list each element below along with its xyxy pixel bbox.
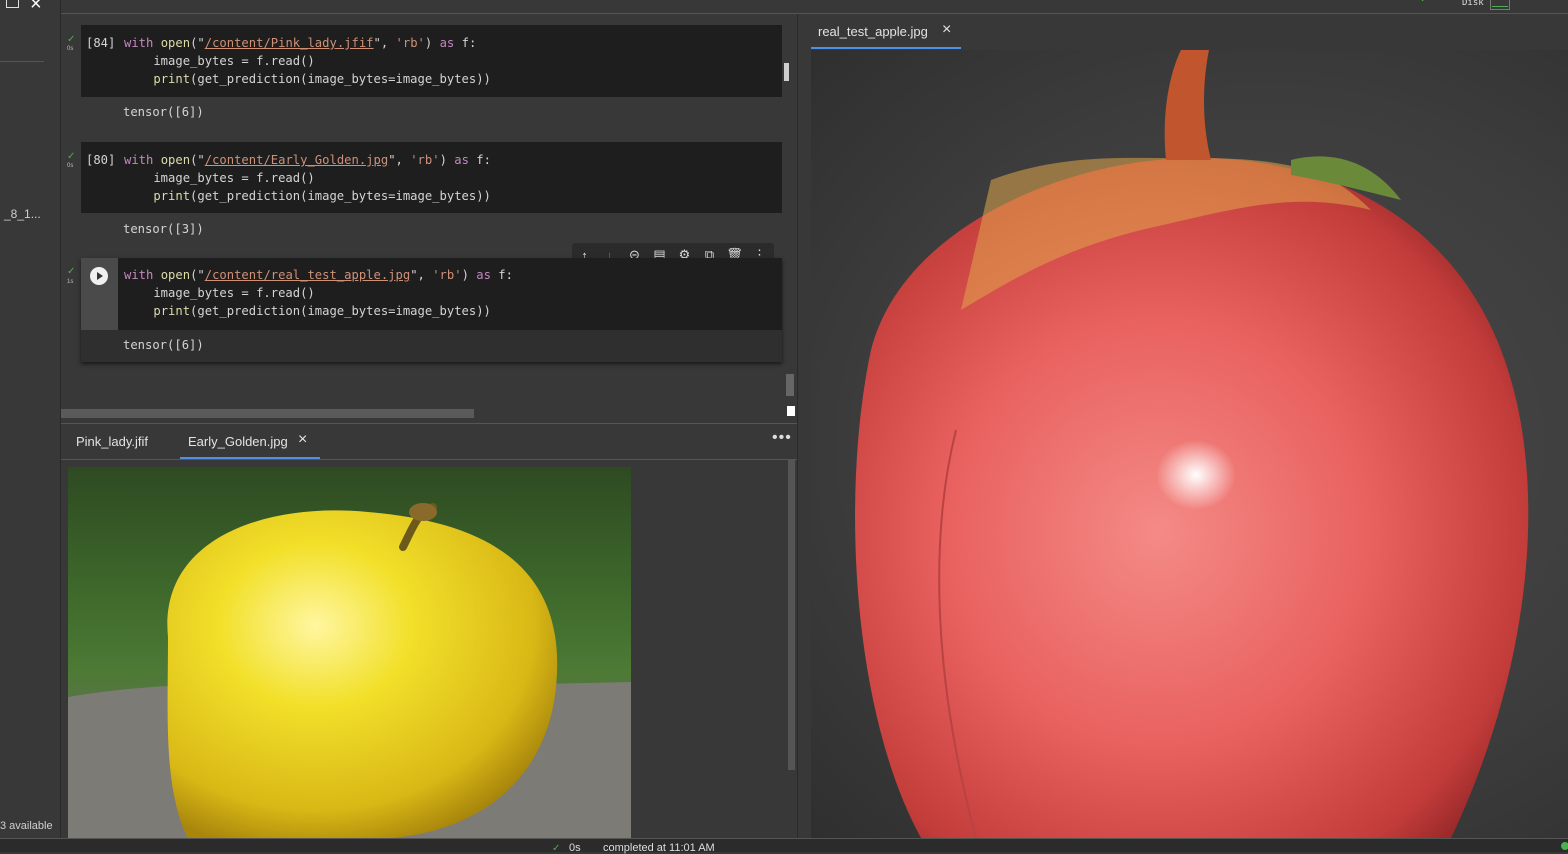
early-golden-image <box>68 467 631 839</box>
tab-pink-lady[interactable]: Pink_lady.jfif <box>76 434 148 449</box>
scrollbar-corner <box>787 406 795 416</box>
red-apple-illustration <box>855 50 1529 838</box>
viewer-vertical-scrollbar[interactable] <box>788 460 795 770</box>
exec-time: 0s <box>67 46 74 52</box>
code-line: print(get_prediction(image_bytes=image_b… <box>153 189 491 203</box>
status-check-icon: ✓ <box>552 843 561 854</box>
run-success-icon: ✓ <box>67 151 76 162</box>
code-line: image_bytes = f.read() <box>124 171 315 185</box>
status-bar <box>0 838 1568 852</box>
exec-count: [80] <box>86 153 116 167</box>
connected-check-icon: ✓ <box>1420 0 1428 5</box>
code-line: with open("/content/real_test_apple.jpg"… <box>124 268 513 282</box>
cell-output: tensor([6]) <box>123 105 204 119</box>
code-line: with open("/content/Early_Golden.jpg", '… <box>124 153 491 167</box>
close-tab-icon[interactable]: × <box>942 21 951 39</box>
code-line: image_bytes = f.read() <box>124 54 315 68</box>
cell-scrollbar[interactable] <box>784 63 789 81</box>
status-duration: 0s <box>569 842 581 854</box>
code-cell[interactable]: ✓ 0s [80] with open("/content/Early_Gold… <box>67 142 782 242</box>
close-icon[interactable]: × <box>30 0 42 14</box>
connection-status-icon <box>1561 842 1568 850</box>
status-completed-text: completed at 11:01 AM <box>603 842 715 854</box>
exec-count: [84] <box>86 36 116 50</box>
code-editor[interactable]: [84] with open("/content/Pink_lady.jfif"… <box>81 25 789 97</box>
left-sidebar <box>0 0 61 851</box>
more-horiz-icon[interactable]: ••• <box>772 429 792 447</box>
viewer-tab-bar: Pink_lady.jfif Early_Golden.jpg × ••• <box>61 424 797 460</box>
notebook-horizontal-scrollbar[interactable] <box>61 409 474 418</box>
cell-gutter <box>81 258 118 330</box>
exec-time: 0s <box>67 163 74 169</box>
cell-output: tensor([6]) <box>123 338 204 352</box>
active-tab-indicator <box>180 457 320 459</box>
code-editor[interactable]: [80] with open("/content/Early_Golden.jp… <box>81 142 782 213</box>
run-cell-button[interactable] <box>90 267 108 285</box>
file-item-truncated[interactable]: _8_1... <box>4 207 41 221</box>
tab-real-test-apple[interactable]: real_test_apple.jpg <box>818 24 928 39</box>
yellow-apple-illustration <box>68 503 631 839</box>
notebook-vertical-scrollbar[interactable] <box>786 374 794 396</box>
sidebar-divider <box>0 61 44 62</box>
code-cell[interactable]: ✓ 0s [84] with open("/content/Pink_lady.… <box>67 25 789 125</box>
exec-time: 1s <box>67 279 74 285</box>
code-cell-focused[interactable]: ✓ 1s with open("/content/real_test_apple… <box>67 258 782 362</box>
image-viewer-bottom: Pink_lady.jfif Early_Golden.jpg × ••• <box>61 423 797 839</box>
code-line: with open("/content/Pink_lady.jfif", 'rb… <box>124 36 477 50</box>
code-editor[interactable]: with open("/content/real_test_apple.jpg"… <box>118 258 782 330</box>
cell-output: tensor([3]) <box>123 222 204 236</box>
new-window-icon[interactable] <box>6 0 19 8</box>
viewer-tab-bar: real_test_apple.jpg × <box>798 14 1568 50</box>
disk-label[interactable]: Disk <box>1462 0 1484 8</box>
active-tab-indicator <box>811 47 961 49</box>
code-line: print(get_prediction(image_bytes=image_b… <box>153 72 491 86</box>
run-success-icon: ✓ <box>67 34 76 45</box>
run-success-icon: ✓ <box>67 266 76 277</box>
close-tab-icon[interactable]: × <box>298 431 307 449</box>
disk-usage-bar[interactable] <box>1490 0 1510 10</box>
notebook-pane: ✓ 0s [84] with open("/content/Pink_lady.… <box>61 14 797 422</box>
tab-early-golden[interactable]: Early_Golden.jpg <box>188 434 288 449</box>
real-test-apple-image <box>811 50 1568 838</box>
image-viewer-right: real_test_apple.jpg × <box>797 14 1568 838</box>
disk-available-text: 3 available <box>0 820 53 832</box>
code-line: print(get_prediction(image_bytes=image_b… <box>153 304 491 318</box>
code-line: image_bytes = f.read() <box>124 286 315 300</box>
